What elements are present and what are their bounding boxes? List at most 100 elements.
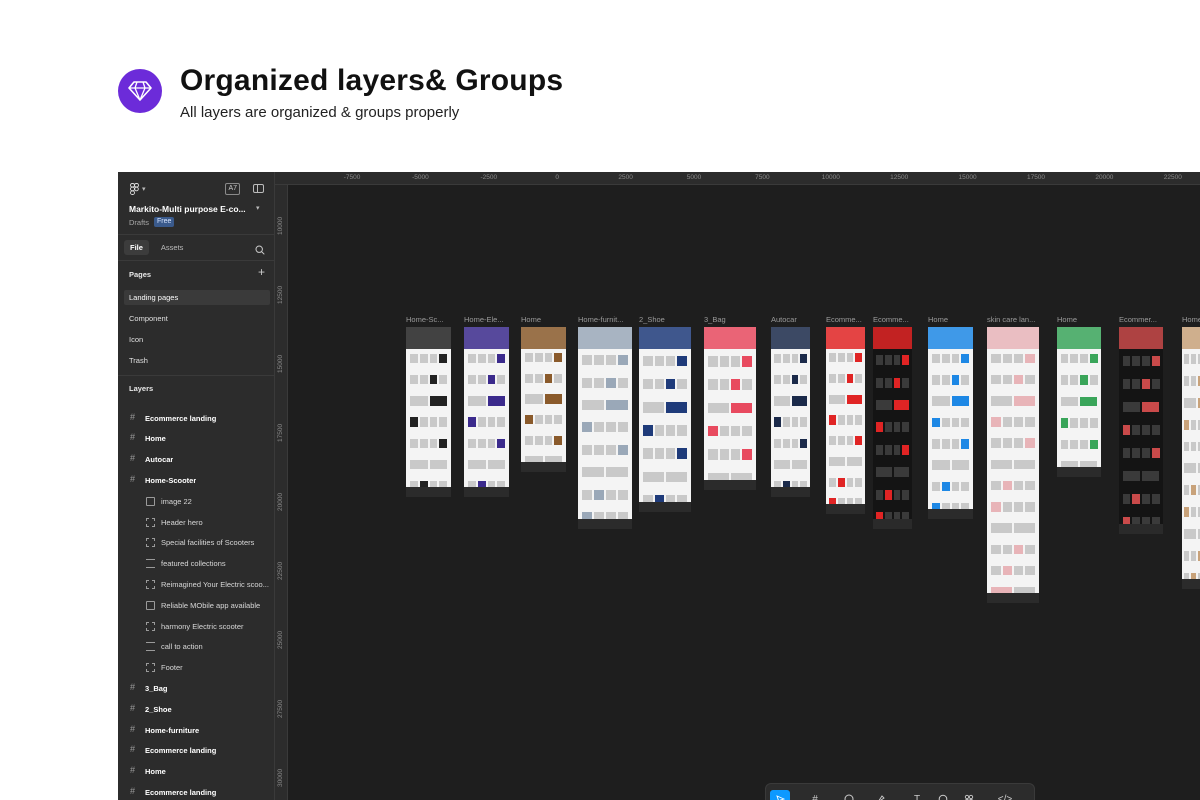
move-tool-icon[interactable]	[770, 790, 790, 800]
thumb-block	[931, 460, 950, 470]
actions-icon[interactable]	[962, 792, 976, 800]
frame-label[interactable]: 2_Shoe	[639, 315, 697, 324]
thumb-block	[782, 353, 790, 364]
layer-row[interactable]: Home	[118, 429, 274, 449]
add-page-icon[interactable]: +	[258, 266, 265, 278]
frame-label[interactable]: Ecommer...	[1119, 315, 1169, 324]
frame-thumbnail[interactable]	[873, 327, 912, 529]
thumb-block	[884, 489, 892, 500]
thumb-block	[855, 436, 862, 446]
layer-row[interactable]: Reliable MObile app available	[118, 595, 274, 615]
dev-mode-icon[interactable]: </>	[998, 792, 1012, 800]
layer-row[interactable]: Reimagined Your Electric scoo...	[118, 574, 274, 594]
layer-row[interactable]: Special facilities of Scooters	[118, 533, 274, 553]
layer-row[interactable]: call to action	[118, 637, 274, 657]
frame-thumbnail[interactable]	[406, 327, 451, 497]
layer-row[interactable]: Footer	[118, 658, 274, 678]
shape-tool-icon[interactable]	[842, 792, 856, 800]
frame-thumbnail[interactable]	[987, 327, 1039, 603]
frame-thumbnail[interactable]	[1182, 327, 1200, 589]
frame-label[interactable]: skin care lan...	[987, 315, 1045, 324]
layer-row[interactable]: Ecommerce landing	[118, 741, 274, 761]
tab-assets[interactable]: Assets	[155, 240, 190, 255]
thumb-block	[876, 355, 883, 366]
frame-thumbnail[interactable]	[639, 327, 691, 512]
chevron-down-icon[interactable]: ▾	[256, 204, 260, 212]
frame-label[interactable]: Ecomme...	[826, 315, 871, 324]
page-item-component[interactable]: Component	[124, 311, 270, 326]
frame-thumbnail[interactable]	[521, 327, 566, 472]
thumb-block	[1002, 353, 1012, 364]
page-item-trash[interactable]: Trash	[124, 353, 270, 368]
pen-tool-icon[interactable]	[874, 792, 888, 800]
layer-row[interactable]: Home-furniture	[118, 720, 274, 740]
text-tool-icon[interactable]: T	[910, 792, 924, 800]
thumb-block	[829, 436, 836, 446]
toggle-sidebar-icon[interactable]	[253, 184, 264, 193]
thumb-block	[1070, 375, 1079, 385]
layer-row[interactable]: Header hero	[118, 512, 274, 532]
frame-label[interactable]: 3_Bag	[704, 315, 762, 324]
file-name[interactable]: Markito-Multi purpose E-co...	[129, 204, 246, 214]
layer-row[interactable]: Autocar	[118, 450, 274, 470]
page-item-landing-pages[interactable]: Landing pages	[124, 290, 270, 305]
layer-row[interactable]: Home-Scooter	[118, 470, 274, 490]
thumb-block	[846, 415, 854, 425]
layer-row[interactable]: featured collections	[118, 554, 274, 574]
file-location[interactable]: Drafts	[129, 218, 149, 227]
thumb-block	[606, 467, 628, 478]
frame-thumbnail[interactable]	[771, 327, 810, 497]
layer-row[interactable]: Ecommerce landing	[118, 782, 274, 800]
ruler-tick-x: 12500	[890, 174, 909, 181]
layer-row[interactable]: 2_Shoe	[118, 699, 274, 719]
thumb-block	[1025, 417, 1035, 427]
frame-label[interactable]: Autocar	[771, 315, 816, 324]
thumb-block	[1060, 439, 1069, 450]
layer-row[interactable]: Home	[118, 762, 274, 782]
thumb-content-row	[1122, 447, 1160, 459]
zoom-badge[interactable]: A7	[225, 183, 240, 195]
layer-label: Autocar	[145, 455, 174, 465]
frame-thumbnail[interactable]	[704, 327, 756, 490]
comment-tool-icon[interactable]	[936, 792, 950, 800]
thumb-block	[1142, 355, 1150, 367]
frame-thumbnail[interactable]	[578, 327, 632, 529]
frame-label[interactable]: Home	[1182, 315, 1200, 324]
thumb-block	[1089, 375, 1098, 385]
main-menu-button[interactable]: ▾	[130, 183, 146, 195]
frame-label[interactable]: Home-Ele...	[464, 315, 515, 324]
frame-thumbnail[interactable]	[1119, 327, 1163, 534]
thumb-block	[1080, 353, 1088, 364]
ruler-tick-y: 30000	[277, 768, 284, 787]
frame-label[interactable]: Ecomme...	[873, 315, 918, 324]
frame-label[interactable]: Home	[928, 315, 979, 324]
frame-label[interactable]: Home-Sc...	[406, 315, 457, 324]
frame-label[interactable]: Home-furnit...	[578, 315, 638, 324]
frame-thumbnail[interactable]	[928, 327, 973, 519]
thumb-block	[791, 459, 807, 470]
layer-row[interactable]: harmony Electric scooter	[118, 616, 274, 636]
thumb-block	[991, 438, 1001, 448]
thumb-content-row	[829, 373, 862, 384]
thumb-block	[487, 353, 496, 364]
thumb-content-row	[931, 375, 970, 385]
thumb-block	[467, 353, 476, 364]
frame-label[interactable]: Home	[1057, 315, 1107, 324]
thumb-content-row	[1122, 493, 1160, 505]
frame-tool-icon[interactable]: #	[808, 792, 822, 800]
search-icon[interactable]	[255, 242, 265, 260]
page-item-icon[interactable]: Icon	[124, 332, 270, 347]
frame-thumbnail[interactable]	[464, 327, 509, 497]
thumb-block	[884, 422, 892, 433]
frame-label[interactable]: Home	[521, 315, 572, 324]
layer-row[interactable]: image 22	[118, 491, 274, 511]
frame-thumbnail[interactable]	[826, 327, 865, 514]
layer-row[interactable]: 3_Bag	[118, 678, 274, 698]
thumb-block	[719, 449, 729, 460]
layer-row[interactable]: Ecommerce landing	[118, 408, 274, 428]
canvas[interactable]: -7500 -5000 -2500 0 2500 5000 7500 10000 12500 15…	[275, 172, 1200, 800]
thumb-block	[1014, 396, 1035, 406]
thumb-block	[643, 355, 653, 367]
frame-thumbnail[interactable]	[1057, 327, 1101, 477]
tab-file[interactable]: File	[124, 240, 149, 255]
